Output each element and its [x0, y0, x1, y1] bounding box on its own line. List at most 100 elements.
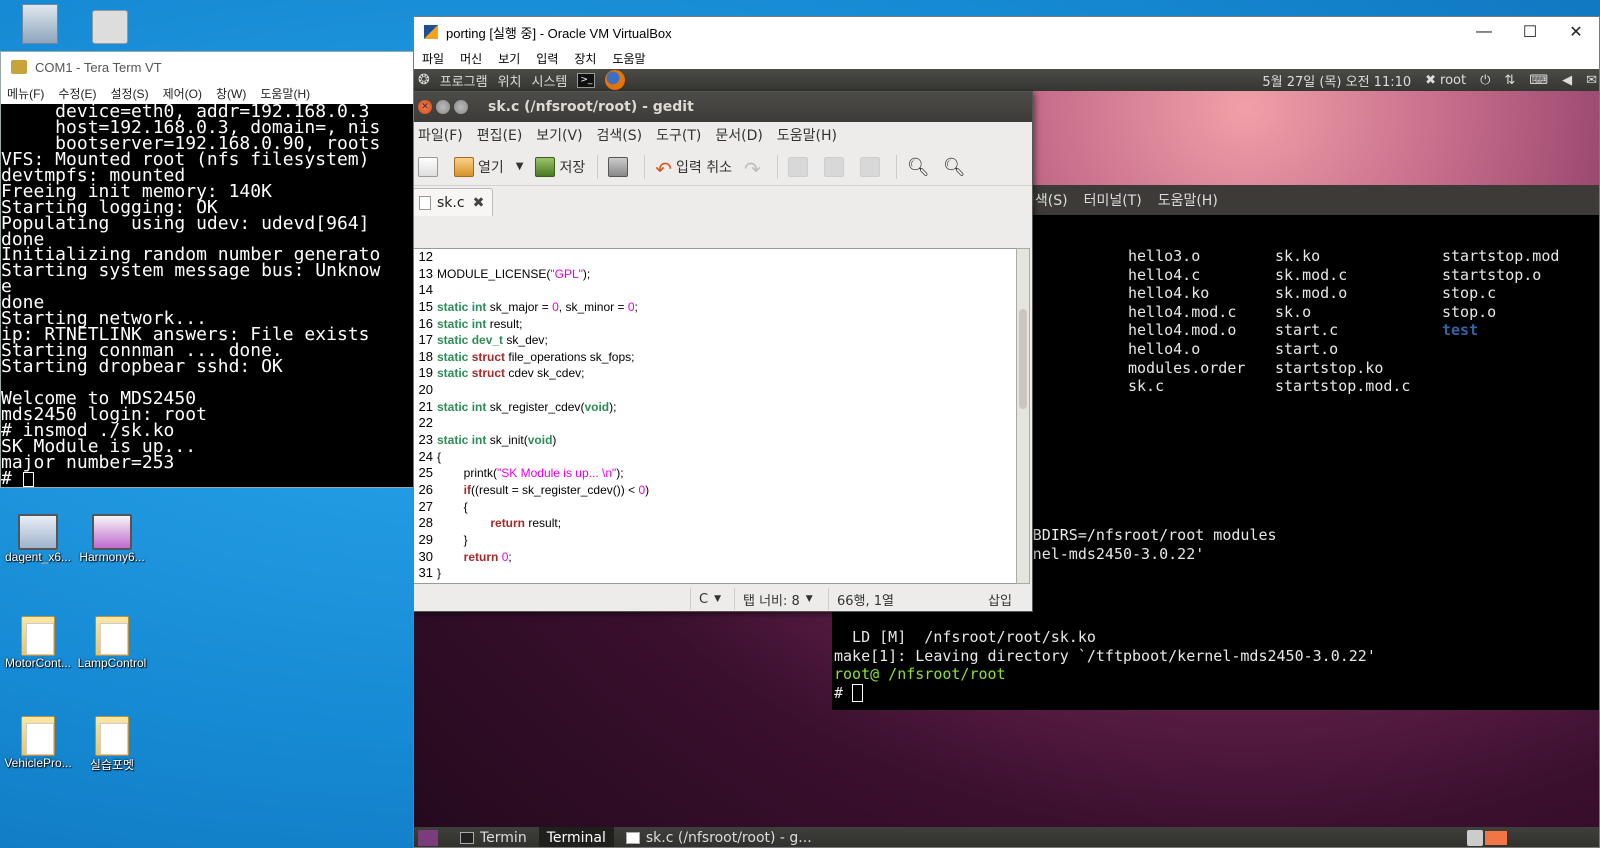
- recycle-bin-icon[interactable]: [2, 4, 78, 46]
- gedit-minimize-icon[interactable]: [436, 100, 450, 114]
- gedit-window[interactable]: ✕ sk.c (/nfsroot/root) - gedit 파일(F) 편집(…: [414, 91, 1033, 612]
- vb-menu-file[interactable]: 파일: [422, 50, 444, 67]
- taskbar-item-terminal-2[interactable]: Terminal: [538, 827, 614, 847]
- ge-menu-view[interactable]: 보기(V): [536, 125, 582, 145]
- ge-menu-documents[interactable]: 문서(D): [715, 125, 762, 145]
- trash-icon[interactable]: [1467, 830, 1483, 846]
- panel-menu-places[interactable]: 위치: [498, 71, 522, 90]
- teraterm-titlebar[interactable]: COM1 - Tera Term VT: [1, 52, 415, 82]
- virtualbox-titlebar[interactable]: porting [실행 중] - Oracle VM VirtualBox — …: [414, 17, 1599, 47]
- ge-menu-file[interactable]: 파일(F): [418, 125, 463, 145]
- tab-sk-c[interactable]: sk.c ✖: [414, 188, 494, 216]
- terminal-menu-terminal[interactable]: 터미널(T): [1084, 190, 1142, 210]
- maximize-button[interactable]: ☐: [1507, 17, 1553, 47]
- console-prompt-line[interactable]: #: [1, 469, 415, 487]
- show-desktop-icon[interactable]: [418, 830, 438, 846]
- code-line[interactable]: 12: [414, 249, 1017, 266]
- close-button[interactable]: ✕: [1553, 17, 1599, 47]
- cut-button[interactable]: [787, 156, 812, 177]
- vb-menu-view[interactable]: 보기: [498, 50, 520, 67]
- scrollbar-thumb[interactable]: [1019, 309, 1027, 409]
- desktop-icon-harmony[interactable]: Harmony6...: [74, 510, 150, 564]
- code-line[interactable]: 26 if((result = sk_register_cdev()) < 0): [414, 481, 1017, 499]
- taskbar-item-terminal-1[interactable]: Termin: [452, 827, 535, 847]
- keyboard-icon[interactable]: ⌨: [1529, 73, 1548, 88]
- desktop-icon-motorcontrol[interactable]: MotorCont...: [0, 616, 76, 670]
- code-line[interactable]: 23 static int sk_init(void): [414, 432, 1017, 449]
- new-button[interactable]: [418, 156, 442, 177]
- desktop-icon-dagent[interactable]: dagent_x6...: [0, 510, 76, 564]
- ubuntu-logo-icon[interactable]: ❂: [418, 72, 430, 88]
- code-line[interactable]: 25 printk("SK Module is up... \n");: [414, 465, 1017, 482]
- panel-menu-applications[interactable]: 프로그램: [440, 71, 488, 90]
- code-line[interactable]: 31}: [414, 565, 1017, 582]
- find-button[interactable]: 🔍︎: [907, 157, 931, 178]
- code-line[interactable]: 14: [414, 282, 1017, 299]
- tt-menu-setup[interactable]: 설정(S): [110, 85, 148, 102]
- code-line[interactable]: 16 static int result;: [414, 315, 1017, 333]
- teraterm-console[interactable]: device=eth0, addr=192.168.0.3 host=192.1…: [1, 104, 415, 487]
- terminal-menu-help[interactable]: 도움말(H): [1158, 190, 1218, 210]
- ge-menu-search[interactable]: 검색(S): [597, 125, 643, 145]
- code-line[interactable]: 27 {: [414, 498, 1017, 516]
- vb-menu-input[interactable]: 입력: [536, 50, 558, 67]
- firefox-launcher-icon[interactable]: [605, 70, 626, 90]
- guest-screen[interactable]: ❂ 프로그램 위치 시스템 >_ 5월 27일 (목) 오전 11:10 ✖ r…: [414, 69, 1599, 847]
- code-line[interactable]: 18 static struct file_operations sk_fops;: [414, 348, 1017, 366]
- print-button[interactable]: [608, 156, 632, 177]
- gedit-close-icon[interactable]: ✕: [418, 100, 432, 114]
- terminal-launcher-icon[interactable]: >_: [577, 72, 596, 88]
- panel-menu-system[interactable]: 시스템: [532, 71, 568, 90]
- vb-menu-help[interactable]: 도움말: [612, 50, 645, 67]
- vb-menu-devices[interactable]: 장치: [574, 50, 596, 67]
- code-line[interactable]: 20: [414, 382, 1017, 399]
- chrome-app-icon[interactable]: [72, 10, 148, 46]
- tt-menu-file[interactable]: 메뉴(F): [7, 85, 44, 102]
- taskbar-item-gedit[interactable]: sk.c (/nfsroot/root) - g...: [618, 827, 820, 847]
- gedit-titlebar[interactable]: ✕ sk.c (/nfsroot/root) - gedit: [414, 92, 1032, 122]
- tt-menu-window[interactable]: 창(W): [216, 85, 246, 102]
- code-line[interactable]: 15 static int sk_major = 0, sk_minor = 0;: [414, 298, 1017, 316]
- volume-icon[interactable]: ◀: [1562, 73, 1572, 88]
- tt-menu-edit[interactable]: 수정(E): [58, 85, 96, 102]
- desktop-icon-practice-format[interactable]: 실습포멧: [74, 716, 150, 773]
- desktop-icon-vehiclepro[interactable]: VehiclePro...: [0, 716, 76, 770]
- editor-scrollbar[interactable]: [1016, 248, 1030, 584]
- tt-menu-help[interactable]: 도움말(H): [260, 85, 310, 102]
- ge-menu-help[interactable]: 도움말(H): [777, 125, 837, 145]
- paste-button[interactable]: [859, 156, 884, 177]
- open-button[interactable]: 열기: [454, 156, 504, 177]
- desktop-icon-lampcontrol[interactable]: LampControl: [74, 616, 150, 670]
- code-editor[interactable]: 12 13 MODULE_LICENSE("GPL"); 14 15 static int…: [414, 248, 1018, 584]
- code-line[interactable]: 13 MODULE_LICENSE("GPL");: [414, 265, 1017, 283]
- teraterm-window[interactable]: COM1 - Tera Term VT 메뉴(F) 수정(E) 설정(S) 제어…: [0, 51, 416, 488]
- language-selector[interactable]: C ▼: [690, 588, 729, 610]
- open-dropdown[interactable]: ▼: [516, 161, 524, 172]
- ge-menu-edit[interactable]: 편집(E): [477, 125, 523, 145]
- virtualbox-window[interactable]: porting [실행 중] - Oracle VM VirtualBox — …: [413, 16, 1600, 848]
- panel-clock[interactable]: 5월 27일 (목) 오전 11:10: [1262, 71, 1411, 90]
- code-line[interactable]: 17 static dev_t sk_dev;: [414, 332, 1017, 349]
- terminal-prompt-line[interactable]: #: [834, 683, 1376, 703]
- vb-menu-machine[interactable]: 머신: [460, 50, 482, 67]
- code-line[interactable]: 19 static struct cdev sk_cdev;: [414, 365, 1017, 383]
- workspace-switcher-icon[interactable]: [1485, 831, 1507, 845]
- save-button[interactable]: 저장: [535, 156, 585, 177]
- code-line[interactable]: 21 static int sk_register_cdev(void);: [414, 398, 1017, 416]
- code-line[interactable]: 22: [414, 415, 1017, 433]
- mail-icon[interactable]: ✉: [1586, 73, 1597, 88]
- tt-menu-control[interactable]: 제어(O): [163, 85, 202, 102]
- tab-close-icon[interactable]: ✖: [473, 195, 485, 211]
- code-line[interactable]: 32: [414, 581, 1017, 583]
- copy-button[interactable]: [823, 156, 848, 177]
- gedit-maximize-icon[interactable]: [454, 100, 468, 114]
- code-line[interactable]: 29 }: [414, 531, 1017, 549]
- undo-button[interactable]: ↶ 입력 취소: [655, 157, 732, 181]
- code-line[interactable]: 30 return 0;: [414, 548, 1017, 566]
- ge-menu-tools[interactable]: 도구(T): [656, 125, 701, 145]
- network-icon[interactable]: ⇅: [1504, 73, 1515, 88]
- tab-width-selector[interactable]: 탭 너비: 8 ▼: [734, 588, 821, 610]
- redo-button[interactable]: ↷: [744, 157, 765, 181]
- panel-user[interactable]: root: [1440, 73, 1466, 88]
- code-line[interactable]: 28 return result;: [414, 515, 1017, 532]
